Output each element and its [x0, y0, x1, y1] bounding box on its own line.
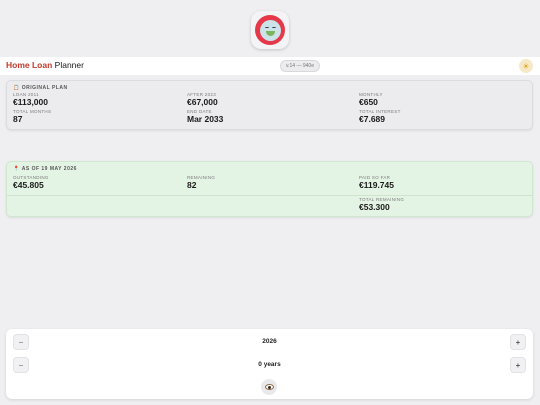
after-2023-field: AFTER 2023 €67,000: [187, 92, 218, 107]
monthly-field: MONTHLY €650: [359, 92, 383, 107]
version-badge: v.14 — 940e: [280, 60, 320, 72]
title-accent: Home Loan: [6, 60, 53, 70]
year-value: 2026: [262, 338, 277, 345]
app-logo: [251, 11, 289, 49]
sun-icon: ☀: [522, 61, 530, 71]
years-value: 0 years: [258, 361, 281, 368]
controls-panel: − 2026 + − 0 years +: [6, 329, 533, 399]
original-plan-card: 📋 ORIGINAL PLAN LOAN 2011 €113,000 AFTER…: [6, 80, 533, 130]
sick-face-app-icon: [255, 15, 285, 45]
total-remaining-field: TOTAL REMAINING €53.300: [359, 197, 405, 212]
current-status-card: 📍 AS OF 19 MAY 2026 OUTSTANDING €45.805 …: [6, 161, 533, 217]
divider: [7, 195, 532, 196]
card-title: 📋 ORIGINAL PLAN: [13, 85, 68, 91]
visibility-toggle-button[interactable]: [261, 379, 277, 395]
clipboard-icon: 📋: [13, 85, 20, 91]
app-title: Home Loan Planner: [6, 60, 84, 70]
loan-2011-field: LOAN 2011 €113,000: [13, 92, 48, 107]
eye-icon: [264, 384, 274, 390]
years-increment-button[interactable]: +: [510, 357, 526, 373]
card-title: 📍 AS OF 19 MAY 2026: [13, 166, 77, 172]
remaining-field: REMAINING 82: [187, 175, 216, 190]
title-rest: Planner: [54, 60, 84, 70]
outstanding-field: OUTSTANDING €45.805: [13, 175, 49, 190]
end-date-field: END DATE Mar 2033: [187, 109, 224, 124]
total-months-field: TOTAL MONTHS 87: [13, 109, 52, 124]
year-increment-button[interactable]: +: [510, 334, 526, 350]
theme-toggle-button[interactable]: ☀: [519, 59, 533, 73]
total-interest-field: TOTAL INTEREST €7.689: [359, 109, 401, 124]
app-header: Home Loan Planner v.14 — 940e ☀: [0, 57, 540, 75]
paid-so-far-field: PAID SO FAR €119.745: [359, 175, 394, 190]
pin-icon: 📍: [13, 166, 20, 172]
